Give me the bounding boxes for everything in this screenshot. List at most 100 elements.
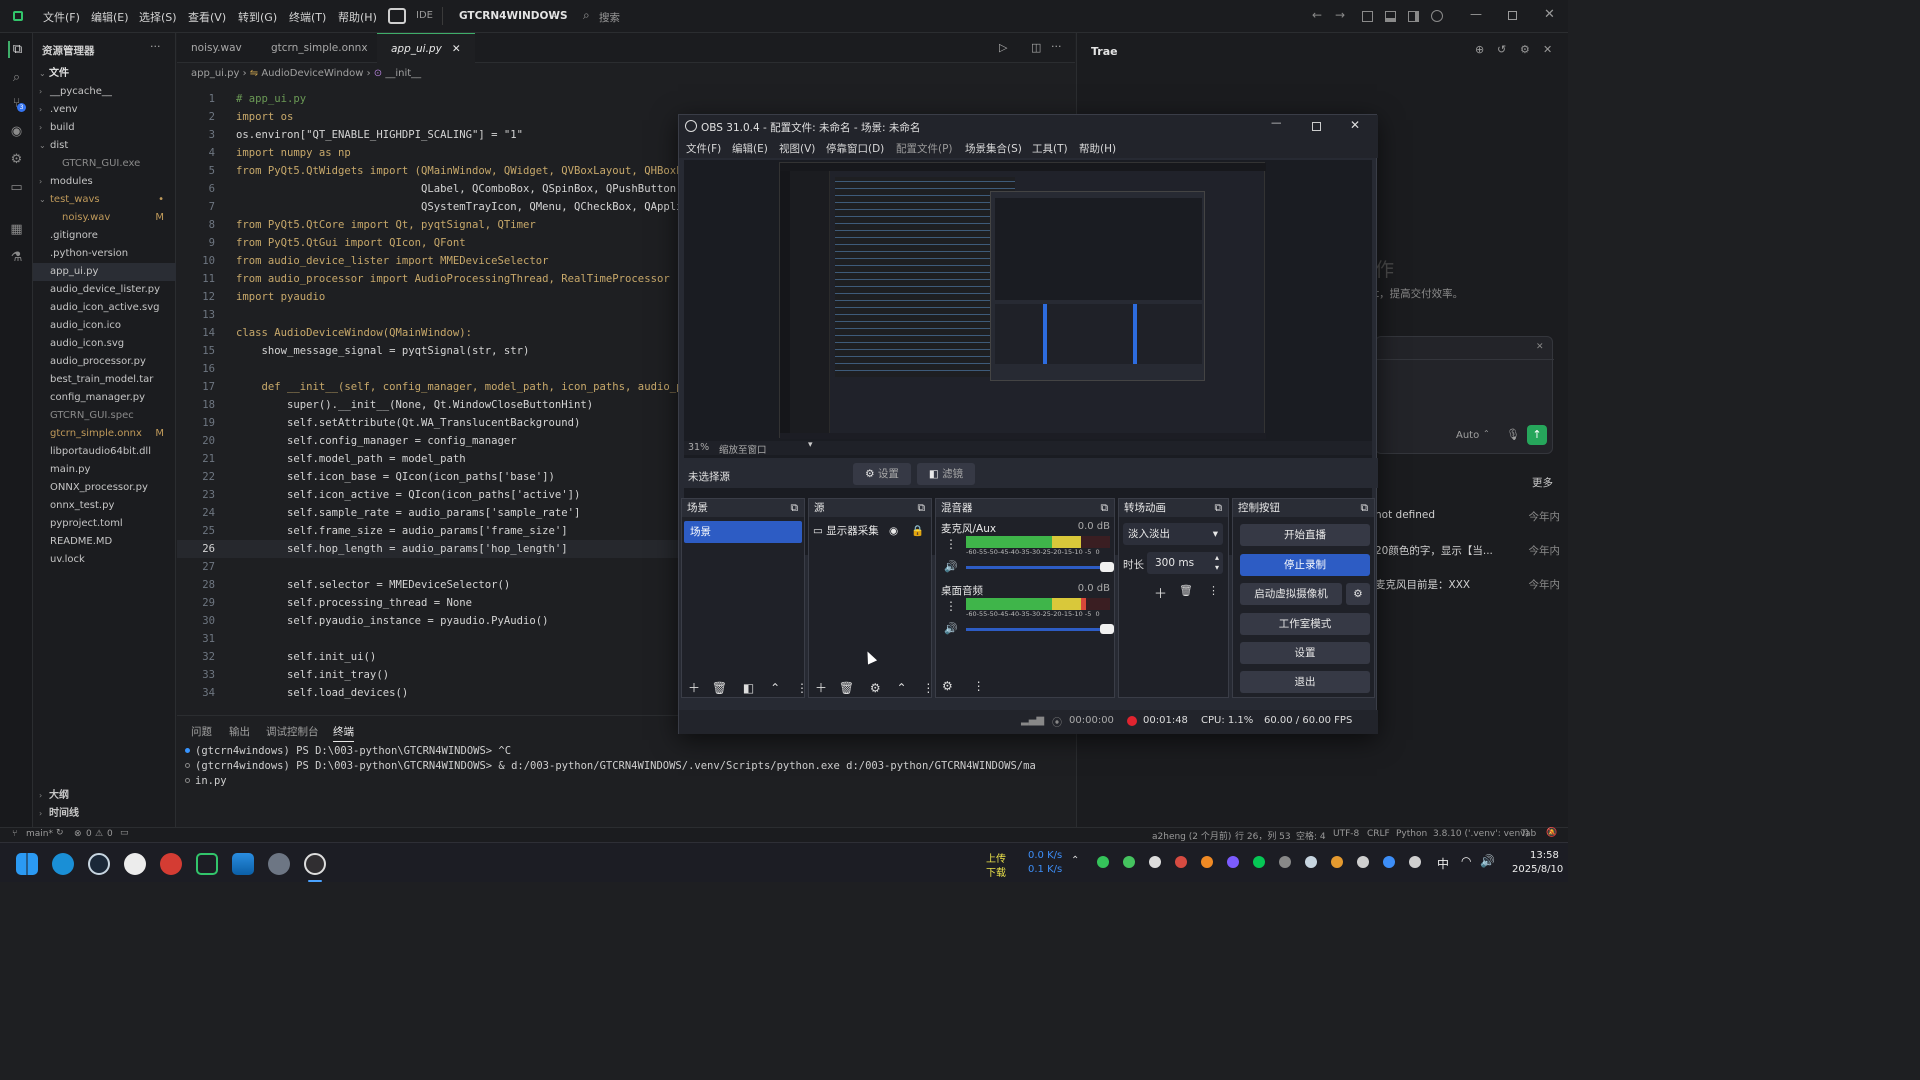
maximize-icon[interactable] [1508, 11, 1517, 20]
chevron-down-icon[interactable]: ▾ [808, 440, 813, 450]
minimize-icon[interactable]: — [1470, 7, 1482, 21]
obs-menu-view[interactable]: 视图(V) [779, 141, 815, 156]
search-input[interactable]: 搜索 [599, 10, 620, 25]
obs-menu-edit[interactable]: 编辑(E) [732, 141, 768, 156]
warning-icon[interactable]: ⚠ [95, 829, 103, 839]
edge-browser-icon[interactable] [52, 853, 74, 875]
obs-menu-docks[interactable]: 停靠窗口(D) [826, 141, 884, 156]
add-scene-button[interactable]: ＋ [688, 681, 700, 695]
timeline-section[interactable]: › 时间线 [33, 805, 176, 823]
chevron-down-icon[interactable]: ⌄ [551, 10, 558, 19]
cursor-position[interactable]: 行 26，列 53 [1235, 829, 1291, 842]
clock-time[interactable]: 13:58 [1530, 850, 1559, 861]
python-interpreter[interactable]: 3.8.10 ('.venv': venv) [1433, 829, 1529, 839]
tab-app-ui[interactable]: app_ui.py ✕ [377, 33, 475, 63]
more-icon[interactable]: ⋮ [973, 679, 985, 693]
notifications-icon[interactable]: 🔕 [1546, 828, 1557, 838]
volume-slider-handle[interactable] [1100, 562, 1114, 572]
explorer-item[interactable]: audio_device_lister.py [33, 281, 176, 299]
more-icon[interactable]: ⋮ [922, 681, 934, 695]
tray-pen-icon[interactable] [1357, 856, 1369, 868]
undock-icon[interactable]: ⧉ [791, 499, 799, 517]
obs-studio-icon[interactable] [304, 853, 326, 875]
explorer-item[interactable]: .python-version [33, 245, 176, 263]
tray-search-icon[interactable] [1331, 856, 1343, 868]
tray-wechat-icon[interactable] [1123, 856, 1135, 868]
tray-music-icon[interactable] [1175, 856, 1187, 868]
obs-menu-scene-collection[interactable]: 场景集合(S) [965, 141, 1022, 156]
obs-menu-file[interactable]: 文件(F) [686, 141, 721, 156]
source-item[interactable]: ▭ 显示器采集 ◉ 🔒 [813, 522, 929, 540]
explorer-item[interactable]: .gitignore [33, 227, 176, 245]
explorer-item[interactable]: gtcrn_simple.onnx M [33, 425, 176, 443]
explorer-item[interactable]: › modules [33, 173, 176, 191]
trae-ide-icon[interactable] [196, 853, 218, 875]
history-item[interactable]: not defined 今年内 [1375, 509, 1560, 527]
explorer-item[interactable]: README.MD [33, 533, 176, 551]
ide-toggle-icon[interactable] [388, 8, 406, 24]
obs-menu-tools[interactable]: 工具(T) [1032, 141, 1068, 156]
source-filters-button[interactable]: ◧ 滤镜 [917, 463, 975, 485]
explorer-item[interactable]: › __pycache__ [33, 83, 176, 101]
visibility-eye-icon[interactable]: ◉ [889, 522, 898, 540]
chat-input-box[interactable]: ✕ Auto ⌃ 🎙 ↑ [1375, 336, 1554, 454]
clock-date[interactable]: 2025/8/10 [1512, 864, 1563, 875]
chatgpt-icon[interactable] [124, 853, 146, 875]
settings-gear-icon[interactable] [268, 853, 290, 875]
duration-spinbox[interactable]: 300 ms ▴ ▾ [1147, 552, 1223, 574]
undock-icon[interactable]: ⧉ [918, 499, 926, 517]
explorer-item[interactable]: libportaudio64bit.dll [33, 443, 176, 461]
search-icon[interactable]: ⌕ [8, 69, 25, 86]
indentation[interactable]: 空格: 4 [1296, 829, 1326, 842]
language-mode[interactable]: Python [1396, 829, 1427, 839]
settings-button[interactable]: 设置 [1240, 642, 1370, 664]
explorer-item[interactable]: audio_icon_active.svg [33, 299, 176, 317]
sync-icon[interactable]: ↻ [56, 828, 64, 838]
move-up-icon[interactable]: ⌃ [770, 681, 780, 695]
explorer-item[interactable]: audio_processor.py [33, 353, 176, 371]
add-source-button[interactable]: ＋ [815, 681, 827, 695]
extensions-icon[interactable]: ▦ [8, 221, 25, 238]
source-properties-icon[interactable]: ⚙ [870, 681, 881, 695]
mic-icon[interactable]: 🎙 [1506, 428, 1520, 441]
history-item[interactable]: 20颜色的字，显示【当... 今年内 [1375, 543, 1560, 561]
explorer-section[interactable]: ⌄ 文件 [33, 65, 176, 83]
menu-view[interactable]: 查看(V) [188, 9, 226, 25]
tray-app-icon[interactable] [1227, 856, 1239, 868]
tray-app-icon[interactable] [1097, 856, 1109, 868]
tray-steam-icon[interactable] [1305, 856, 1317, 868]
tab-mode[interactable]: Tab [1521, 829, 1536, 839]
code-line[interactable]: 1 # app_ui.py [177, 90, 1075, 108]
settings-gear-icon[interactable]: ⚙ [1520, 43, 1530, 56]
tray-mic-icon[interactable] [1409, 856, 1421, 868]
netease-music-icon[interactable] [160, 853, 182, 875]
tab-noisy-wav[interactable]: noisy.wav [177, 33, 256, 63]
volume-slider-handle[interactable] [1100, 624, 1114, 634]
explorer-item[interactable]: onnx_test.py [33, 497, 176, 515]
editor-more-icon[interactable]: ··· [1051, 40, 1062, 53]
explorer-item[interactable]: best_train_model.tar [33, 371, 176, 389]
git-blame[interactable]: a2heng (2 个月前) [1152, 829, 1231, 842]
ports-icon[interactable]: ▭ [120, 828, 129, 838]
obs-menu-help[interactable]: 帮助(H) [1079, 141, 1116, 156]
explorer-item[interactable]: ⌄ test_wavs • [33, 191, 176, 209]
exit-button[interactable]: 退出 [1240, 671, 1370, 693]
outline-section[interactable]: › 大纲 [33, 787, 176, 805]
advanced-audio-icon[interactable]: ⚙ [942, 679, 953, 693]
start-virtual-camera-button[interactable]: 启动虚拟摄像机 [1240, 583, 1342, 605]
tray-app-icon[interactable] [1279, 856, 1291, 868]
error-count[interactable]: 0 [86, 829, 92, 839]
forward-arrow-icon[interactable]: → [1335, 8, 1345, 22]
tray-overflow-icon[interactable]: ⌃ [1071, 855, 1079, 866]
menu-terminal[interactable]: 终端(T) [289, 9, 326, 25]
channel-menu-icon[interactable]: ⋮ [945, 599, 957, 613]
remote-icon[interactable]: ▭ [8, 179, 25, 196]
more-link[interactable]: 更多 [1532, 475, 1553, 490]
spin-arrows-icon[interactable]: ▴ ▾ [1215, 553, 1219, 573]
remove-scene-icon[interactable]: 🗑 [712, 681, 727, 695]
explorer-item[interactable]: GTCRN_GUI.exe [33, 155, 176, 173]
explorer-item[interactable]: audio_icon.svg [33, 335, 176, 353]
volume-icon[interactable]: 🔊 [1480, 854, 1495, 868]
tray-line-icon[interactable] [1253, 856, 1265, 868]
remove-transition-icon[interactable]: 🗑 [1179, 584, 1193, 597]
